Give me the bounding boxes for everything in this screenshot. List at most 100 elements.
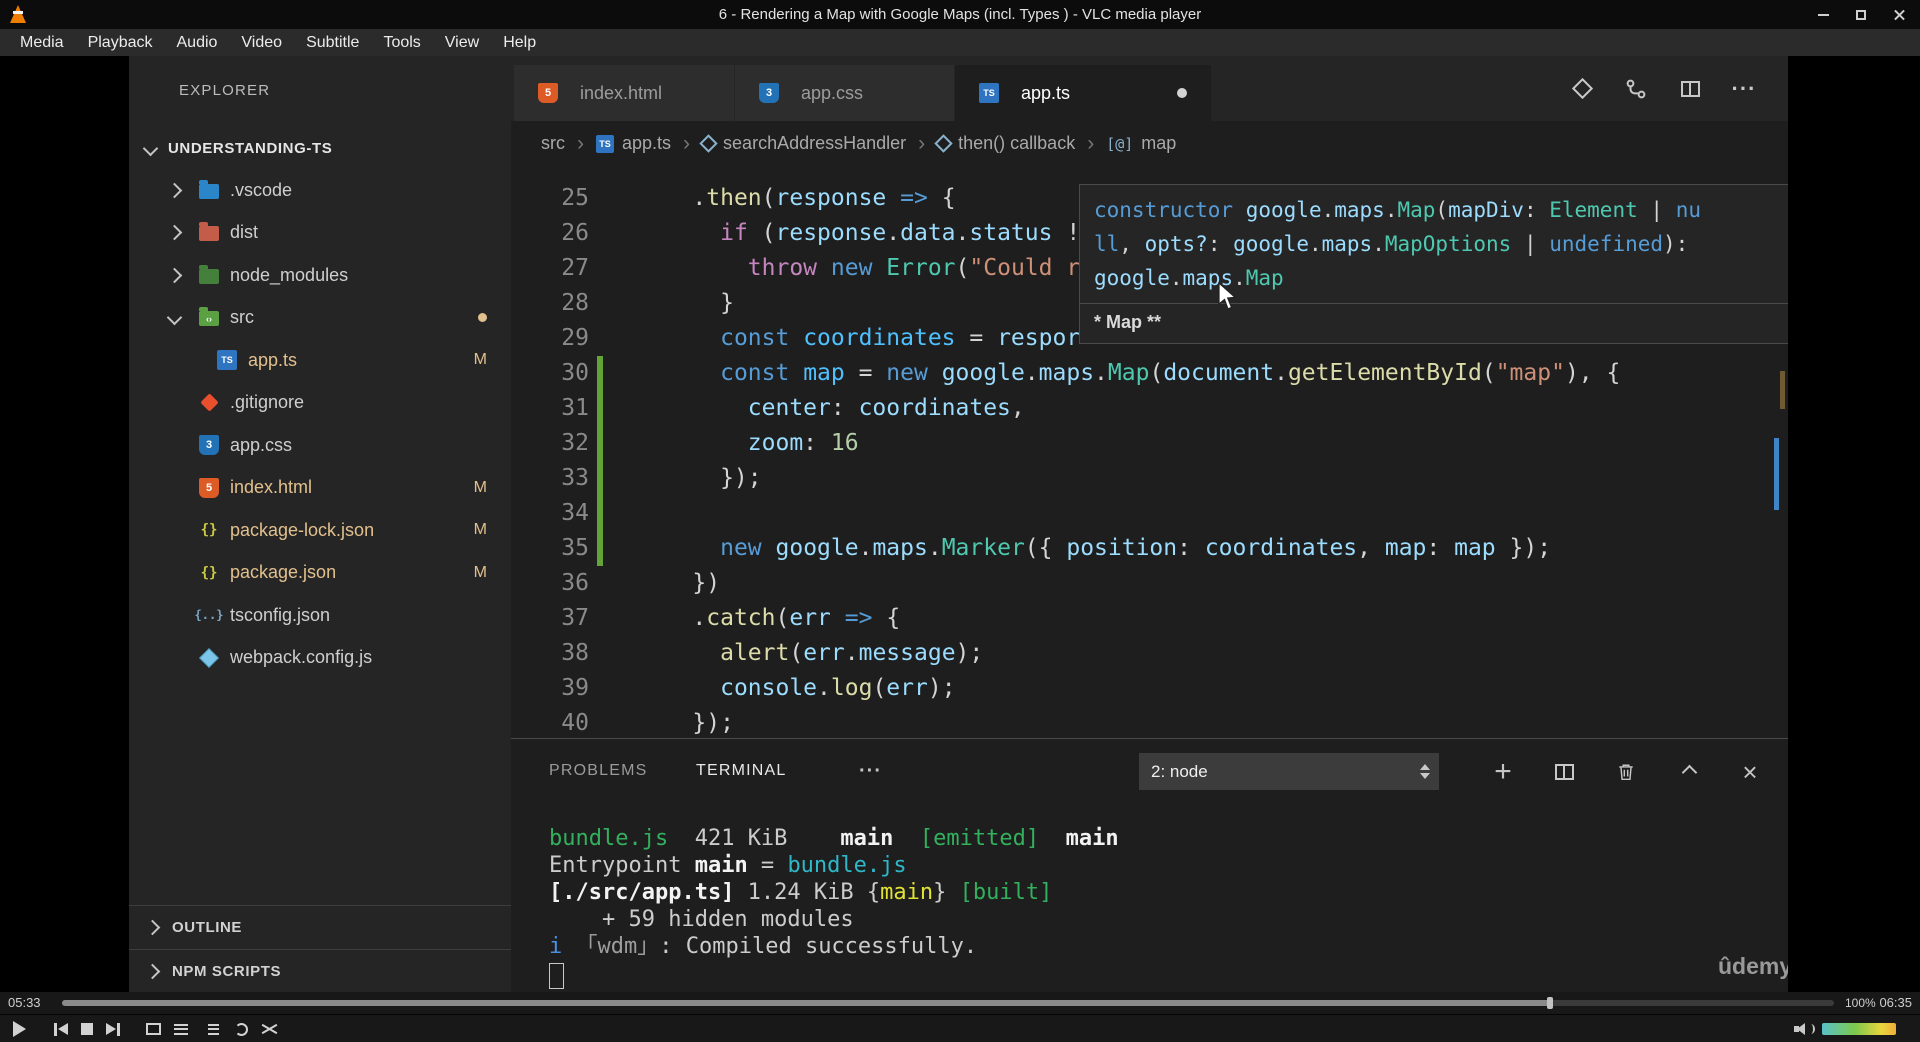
menu-media[interactable]: Media — [8, 29, 76, 56]
maximize-panel-button[interactable] — [1676, 759, 1702, 785]
sidebar-section-outline[interactable]: OUTLINE — [129, 905, 511, 949]
git-compare-button[interactable] — [1624, 77, 1648, 101]
chevron-slot — [166, 224, 199, 241]
tree-item-label: app.css — [230, 434, 293, 455]
line-number: 36 — [561, 570, 589, 596]
menu-audio[interactable]: Audio — [165, 29, 230, 56]
hover-tooltip: constructor google.maps.Map(mapDiv: Elem… — [1079, 184, 1788, 344]
tab-app-css[interactable]: 3 app.css — [735, 65, 955, 121]
tree-item-node-modules[interactable]: node_modules — [129, 254, 511, 297]
tree-item-vscode[interactable]: .vscode — [129, 169, 511, 212]
panel-tab-problems[interactable]: PROBLEMS — [549, 739, 648, 803]
code-text: }) — [637, 570, 721, 596]
chevron-slot — [166, 267, 199, 284]
menu-view[interactable]: View — [433, 29, 491, 56]
mute-button[interactable] — [1792, 1017, 1818, 1041]
line-number: 39 — [561, 675, 589, 701]
loop-button[interactable] — [228, 1017, 254, 1041]
menu-tools[interactable]: Tools — [371, 29, 432, 56]
kill-terminal-button[interactable] — [1613, 759, 1639, 785]
tooltip-doc: * Map ** — [1080, 303, 1788, 343]
stop-button[interactable] — [74, 1017, 100, 1041]
code-text: } — [637, 290, 734, 316]
html-icon: 5 — [538, 83, 558, 103]
minimize-button[interactable] — [1814, 6, 1832, 24]
new-terminal-button[interactable]: + — [1490, 757, 1516, 787]
seek-bar-row: 05:33 100% 06:35 — [0, 992, 1920, 1014]
modified-gutter-indicator — [597, 426, 603, 461]
tree-item-index-html[interactable]: 5 index.html M — [129, 467, 511, 510]
terminal-line: + 59 hidden modules — [549, 907, 854, 932]
seek-handle[interactable] — [1547, 997, 1554, 1009]
maximize-button[interactable] — [1852, 6, 1870, 24]
bottom-panel: PROBLEMS TERMINAL ··· 2: node + × bundle… — [511, 738, 1788, 992]
code-text: new google.maps.Marker({ position: coord… — [720, 535, 1552, 561]
tree-item-app-ts[interactable]: TS app.ts M — [129, 339, 511, 382]
overview-ruler-mark — [1780, 371, 1785, 409]
breadcrumb-then-callback[interactable]: then() callback — [934, 133, 1075, 154]
extended-settings-button[interactable] — [168, 1017, 194, 1041]
tree-item-tsconfig-json[interactable]: {..} tsconfig.json — [129, 594, 511, 637]
file-tree: .vscode dist node_modules ‹› src TS app.ts M .gi… — [129, 169, 511, 679]
tree-item-package-lock-json[interactable]: {} package-lock.json M — [129, 509, 511, 552]
fullscreen-button[interactable] — [140, 1017, 166, 1041]
tooltip-code-line: ll, opts?: google.maps.MapOptions | unde… — [1094, 232, 1701, 256]
code-text: console.log(err); — [720, 675, 956, 701]
menu-subtitle[interactable]: Subtitle — [294, 29, 371, 56]
vlc-menubar: Media Playback Audio Video Subtitle Tools View… — [0, 29, 1920, 56]
more-actions-icon: ··· — [1731, 75, 1757, 101]
terminal-picker[interactable]: 2: node — [1139, 753, 1439, 790]
close-button[interactable] — [1890, 6, 1908, 24]
tree-item-gitignore[interactable]: .gitignore — [129, 382, 511, 425]
breadcrumb-src[interactable]: src — [541, 133, 565, 154]
project-root-row[interactable]: UNDERSTANDING-TS — [129, 130, 511, 166]
line-number: 25 — [561, 185, 589, 211]
open-changes-button[interactable] — [1570, 77, 1594, 101]
json-icon: {} — [200, 522, 218, 539]
menu-video[interactable]: Video — [229, 29, 294, 56]
breadcrumb-separator-icon: › — [577, 131, 584, 155]
tab-index-html[interactable]: 5 index.html — [514, 65, 735, 121]
panel-more-button[interactable]: ··· — [859, 739, 882, 803]
symbol-method-icon — [934, 134, 953, 153]
menu-help[interactable]: Help — [491, 29, 548, 56]
previous-button[interactable] — [48, 1017, 74, 1041]
close-icon — [1893, 8, 1906, 21]
next-button[interactable] — [100, 1017, 126, 1041]
webpack-icon — [199, 648, 219, 668]
terminal-output[interactable]: bundle.js 421 KiB main [emitted] main Ent… — [549, 825, 1119, 960]
breadcrumb: src › TS app.ts › searchAddressHandler › then()… — [511, 121, 1788, 166]
playlist-button[interactable] — [200, 1017, 226, 1041]
line-number: 40 — [561, 710, 589, 736]
sidebar-section-npm-scripts[interactable]: NPM SCRIPTS — [129, 949, 511, 992]
tree-item-webpack-config-js[interactable]: webpack.config.js — [129, 637, 511, 680]
close-panel-button[interactable]: × — [1737, 759, 1763, 785]
line-number: 28 — [561, 290, 589, 316]
volume-slider[interactable] — [1822, 1023, 1896, 1035]
video-area[interactable]: EXPLORER UNDERSTANDING-TS .vscode dist nod… — [0, 56, 1920, 992]
tree-item-dist[interactable]: dist — [129, 212, 511, 255]
chevron-down-icon — [142, 140, 159, 156]
split-editor-button[interactable] — [1678, 77, 1702, 101]
breadcrumb-label: map — [1141, 133, 1177, 153]
panel-tab-terminal[interactable]: TERMINAL — [696, 739, 787, 803]
more-actions-button[interactable]: ··· — [1731, 75, 1757, 101]
modified-gutter-indicator — [597, 496, 603, 531]
random-button[interactable] — [256, 1017, 282, 1041]
tab-app-ts[interactable]: TS app.ts — [955, 65, 1212, 121]
scrollbar-thumb[interactable] — [1774, 438, 1779, 510]
menu-playback[interactable]: Playback — [76, 29, 165, 56]
code-line: 39 console.log(err); — [511, 671, 1788, 706]
editor-tabstrip: 5 index.html 3 app.css TS app.ts ··· — [511, 56, 1788, 121]
breadcrumb-app-ts[interactable]: TS app.ts — [596, 133, 671, 154]
play-button[interactable] — [6, 1017, 32, 1041]
chevron-down-icon — [166, 309, 183, 326]
git-compare-icon — [1626, 79, 1646, 98]
breadcrumb-map[interactable]: [@] map — [1106, 133, 1176, 154]
tree-item-app-css[interactable]: 3 app.css — [129, 424, 511, 467]
tree-item-src[interactable]: ‹› src — [129, 297, 511, 340]
tree-item-package-json[interactable]: {} package.json M — [129, 552, 511, 595]
split-terminal-button[interactable] — [1551, 759, 1577, 785]
seek-bar[interactable] — [62, 997, 1834, 1009]
breadcrumb-searchaddresshandler[interactable]: searchAddressHandler — [699, 133, 906, 154]
